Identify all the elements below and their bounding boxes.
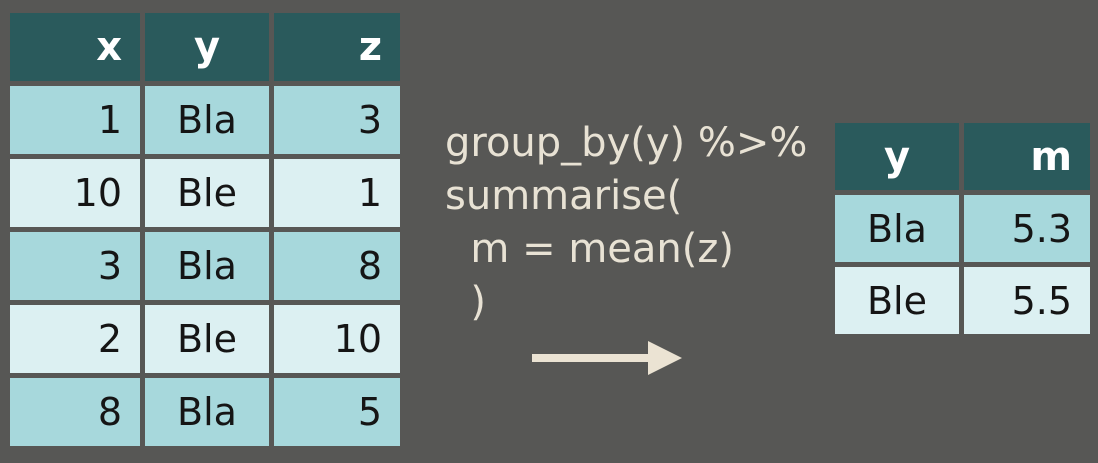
arrow-right-icon — [532, 341, 682, 375]
table-row: 10 Ble 1 — [10, 159, 400, 227]
cell-z: 3 — [274, 86, 400, 154]
code-block: group_by(y) %>% summarise( m = mean(z) ) — [445, 117, 807, 329]
cell-z: 1 — [274, 159, 400, 227]
table-row: 8 Bla 5 — [10, 378, 400, 446]
header-y: y — [145, 13, 269, 81]
cell-y: Bla — [145, 378, 269, 446]
cell-y: Ble — [145, 159, 269, 227]
cell-y: Ble — [835, 267, 959, 334]
input-table: x y z 1 Bla 3 10 Ble 1 3 Bla 8 2 Ble 10 … — [5, 8, 405, 451]
cell-y: Bla — [145, 86, 269, 154]
cell-z: 5 — [274, 378, 400, 446]
cell-y: Bla — [145, 232, 269, 300]
table-row: Bla 5.3 — [835, 195, 1090, 262]
cell-m: 5.5 — [964, 267, 1090, 334]
code-line: ) — [445, 279, 487, 325]
output-table: y m Bla 5.3 Ble 5.5 — [830, 118, 1095, 339]
cell-x: 3 — [10, 232, 140, 300]
header-m: m — [964, 123, 1090, 190]
output-table-header: y m — [835, 123, 1090, 190]
cell-z: 10 — [274, 305, 400, 373]
table-row: 2 Ble 10 — [10, 305, 400, 373]
header-z: z — [274, 13, 400, 81]
table-row: 1 Bla 3 — [10, 86, 400, 154]
cell-y: Ble — [145, 305, 269, 373]
header-x: x — [10, 13, 140, 81]
cell-x: 8 — [10, 378, 140, 446]
table-row: Ble 5.5 — [835, 267, 1090, 334]
cell-x: 10 — [10, 159, 140, 227]
cell-x: 2 — [10, 305, 140, 373]
cell-x: 1 — [10, 86, 140, 154]
cell-m: 5.3 — [964, 195, 1090, 262]
cell-z: 8 — [274, 232, 400, 300]
table-row: 3 Bla 8 — [10, 232, 400, 300]
input-table-header: x y z — [10, 13, 400, 81]
cell-y: Bla — [835, 195, 959, 262]
code-line: m = mean(z) — [445, 226, 734, 272]
code-line: summarise( — [445, 173, 683, 219]
header-y: y — [835, 123, 959, 190]
code-line: group_by(y) %>% — [445, 120, 808, 166]
